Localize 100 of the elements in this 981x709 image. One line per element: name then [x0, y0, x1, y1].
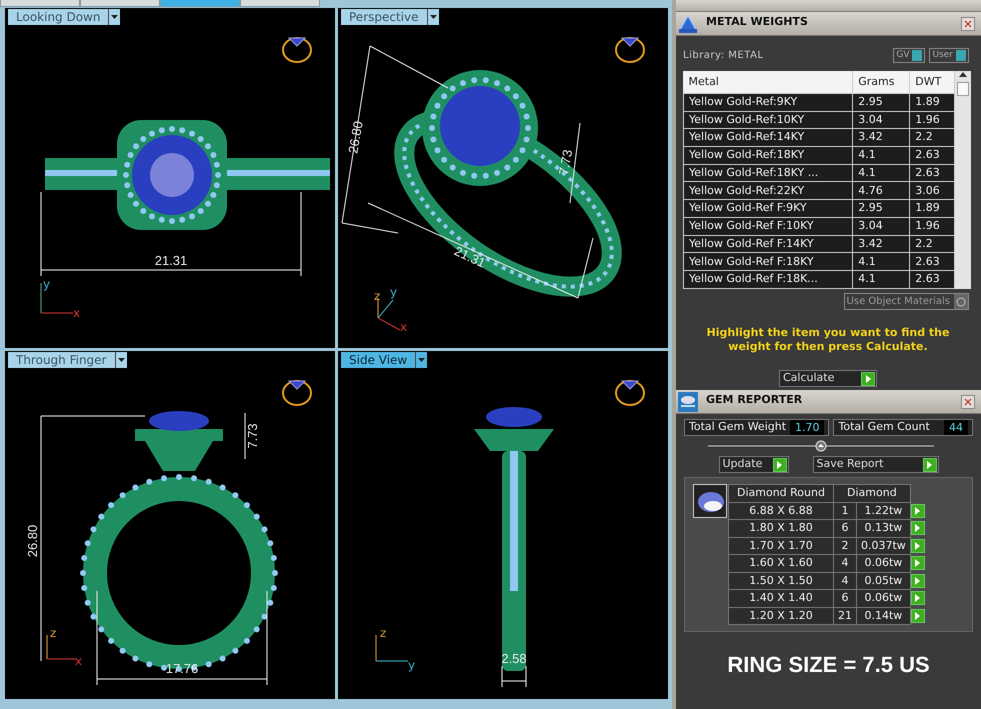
table-cell: Yellow Gold-Ref F:9KY: [684, 200, 853, 218]
axis-label: x: [75, 654, 82, 668]
table-cell: 1.89: [910, 200, 954, 218]
table-cell: Yellow Gold-Ref:9KY: [684, 93, 853, 112]
table-cell: 1.40 X 1.40: [728, 590, 834, 607]
dimension-label: 26.80: [25, 524, 40, 558]
table-cell: 4.1: [852, 252, 910, 271]
orientation-ring-icon: [282, 380, 312, 406]
scroll-up-icon[interactable]: [958, 71, 968, 79]
play-icon: [864, 374, 872, 384]
viewport-label[interactable]: Looking Down: [8, 9, 108, 25]
dropdown-caret-icon[interactable]: [426, 9, 438, 25]
table-cell: 2.2: [910, 128, 954, 146]
close-icon: [963, 396, 973, 406]
row-action-button[interactable]: [910, 538, 925, 553]
table-cell: 4.1: [852, 146, 910, 164]
axis-label: y: [408, 658, 416, 672]
action-button[interactable]: Update: [718, 456, 788, 473]
table-cell: 1.96: [910, 111, 954, 129]
use-object-materials-toggle[interactable]: Use Object Materials: [844, 293, 969, 310]
table-cell: 6: [833, 520, 856, 537]
table-cell: 3.04: [852, 217, 910, 236]
play-icon: [914, 593, 922, 604]
table-cell: 2.95: [852, 93, 910, 112]
dropdown-caret-icon[interactable]: [415, 352, 428, 368]
viewport-label[interactable]: Side View: [341, 352, 416, 368]
viewport-label[interactable]: Perspective: [341, 9, 426, 25]
dropdown-caret-icon[interactable]: [114, 352, 126, 368]
table-cell: 2.63: [910, 252, 954, 271]
dimension-label: 7.73: [245, 423, 260, 449]
column-header: Diamond Round: [728, 484, 834, 502]
axis-label: x: [73, 306, 80, 320]
report-icon: [676, 390, 700, 414]
close-button[interactable]: [961, 394, 975, 408]
row-action-button[interactable]: [910, 504, 925, 518]
table-cell: 4: [833, 554, 856, 572]
column-header: DWT: [910, 71, 954, 94]
stat-value: 44: [944, 420, 968, 435]
row-action-button[interactable]: [910, 521, 925, 536]
table-cell: 6: [833, 590, 856, 607]
table-cell: Yellow Gold-Ref:18KY: [684, 146, 853, 164]
table-row[interactable]: Yellow Gold-Ref F:18KY 4.1 2.63: [684, 252, 954, 271]
table-cell: Yellow Gold-Ref F:14KY: [684, 235, 853, 253]
scrollbar-thumb[interactable]: [957, 82, 969, 96]
table-cell: Yellow Gold-Ref F:10KY: [684, 217, 853, 236]
library-label: Library: METAL: [683, 49, 764, 63]
scrollbar[interactable]: [955, 71, 971, 289]
panel-title: GEM REPORTER: [705, 392, 804, 408]
row-action-button[interactable]: [910, 608, 925, 623]
dimension-label: 7.73: [556, 148, 576, 176]
close-icon: [963, 18, 973, 28]
stat-value: 1.70: [790, 420, 824, 435]
row-action-button[interactable]: [910, 556, 925, 570]
table-cell: Yellow Gold-Ref:14KY: [684, 128, 853, 146]
play-icon: [914, 506, 922, 516]
action-button[interactable]: Calculate: [779, 370, 877, 387]
play-icon: [914, 523, 922, 534]
table-cell: 1: [833, 502, 856, 520]
table-cell: 3.42: [852, 235, 910, 253]
dimension-label: 17.76: [166, 661, 198, 676]
table-row[interactable]: Yellow Gold-Ref:14KY 3.42 2.2: [684, 128, 954, 146]
viewport-label[interactable]: Through Finger: [8, 352, 114, 368]
table-row[interactable]: Yellow Gold-Ref F:10KY 3.04 1.96: [684, 217, 954, 236]
column-header: Diamond: [833, 484, 910, 502]
axis-label: z: [380, 626, 386, 640]
table-cell: 3.04: [852, 111, 910, 129]
table-row[interactable]: Yellow Gold-Ref:22KY 4.76 3.06: [684, 182, 954, 200]
table-row[interactable]: Yellow Gold-Ref F:18K... 4.1 2.63: [684, 270, 954, 288]
toggle-label: User: [932, 48, 953, 62]
ring-size-text: RING SIZE = 7.5 US: [726, 651, 931, 679]
table-cell: 0.14tw: [856, 607, 910, 624]
panel-title: METAL WEIGHTS: [705, 14, 809, 30]
table-cell: 0.13tw: [856, 520, 910, 537]
table-cell: 1.96: [910, 217, 954, 236]
table-cell: 0.05tw: [856, 572, 910, 590]
table-cell: 1.22tw: [856, 502, 910, 520]
collapse-handle-icon[interactable]: [708, 440, 934, 452]
row-action-button[interactable]: [910, 591, 925, 606]
table-row[interactable]: Yellow Gold-Ref:9KY 2.95 1.89: [684, 93, 954, 112]
table-row[interactable]: Yellow Gold-Ref:18KY 4.1 2.63: [684, 146, 954, 164]
table-cell: 0.037tw: [856, 537, 910, 554]
table-row[interactable]: Yellow Gold-Ref:18KY ... 4.1 2.63: [684, 164, 954, 182]
table-row[interactable]: Yellow Gold-Ref:10KY 3.04 1.96: [684, 111, 954, 129]
table-row[interactable]: Yellow Gold-Ref F:9KY 2.95 1.89: [684, 200, 954, 218]
table-cell: 3.42: [852, 128, 910, 146]
table-cell: 1.20 X 1.20: [728, 607, 834, 624]
toggle-switch[interactable]: GV: [893, 48, 926, 63]
dropdown-caret-icon[interactable]: [108, 9, 120, 25]
close-button[interactable]: [961, 16, 975, 30]
instruction-text: Highlight the item you want to find the weight for then press Calculate.: [706, 326, 950, 354]
stat-label: Total Gem Weight: [689, 419, 786, 436]
table-cell: 2.63: [910, 270, 954, 288]
table-row[interactable]: Yellow Gold-Ref F:14KY 3.42 2.2: [684, 235, 954, 253]
circle-icon: [956, 296, 966, 306]
dimension-line: [502, 666, 526, 688]
toggle-switch[interactable]: User: [929, 48, 969, 63]
axis-label: y: [390, 285, 398, 299]
row-action-button[interactable]: [910, 574, 925, 588]
table-cell: 1.80 X 1.80: [728, 520, 834, 537]
action-button[interactable]: Save Report: [812, 456, 938, 473]
